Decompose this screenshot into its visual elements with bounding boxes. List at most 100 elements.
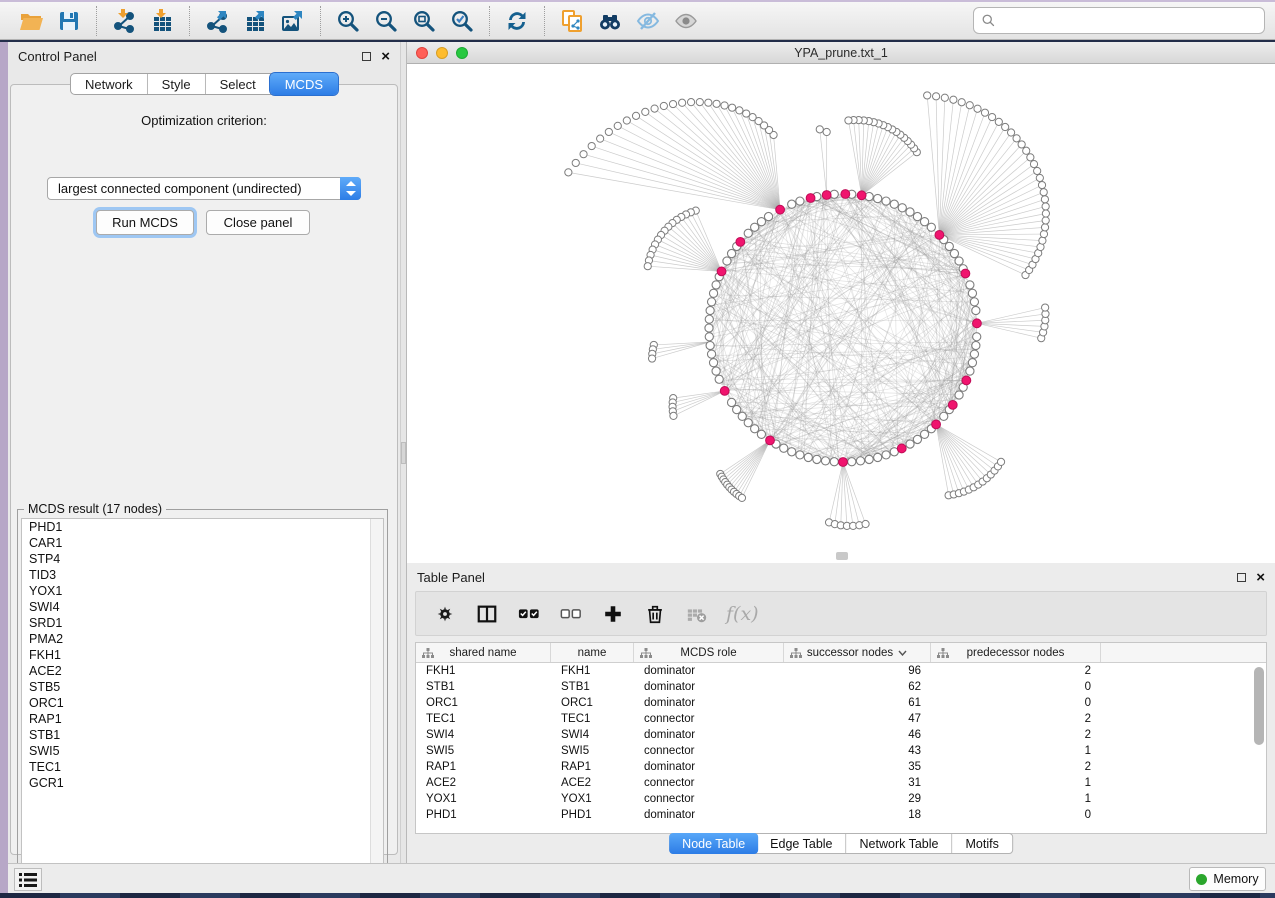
mcds-result-item[interactable]: ACE2 <box>22 663 383 679</box>
zoom-in-button[interactable] <box>333 6 363 36</box>
tab-motifs[interactable]: Motifs <box>952 834 1011 853</box>
select-all-checkboxes-icon[interactable] <box>516 601 542 627</box>
tab-node-table[interactable]: Node Table <box>669 833 758 854</box>
column-header-successor-nodes[interactable]: successor nodes <box>784 643 931 662</box>
show-all-eye-button[interactable] <box>671 6 701 36</box>
split-panel-icon[interactable] <box>474 601 500 627</box>
table-row[interactable]: YOX1YOX1connector291 <box>416 791 1266 807</box>
tab-style[interactable]: Style <box>148 74 206 94</box>
mcds-result-item[interactable]: CAR1 <box>22 535 383 551</box>
tab-network-table[interactable]: Network Table <box>847 834 953 853</box>
mcds-result-item[interactable]: TID3 <box>22 567 383 583</box>
gear-icon[interactable] <box>432 601 458 627</box>
table-row[interactable]: SWI4SWI4dominator462 <box>416 727 1266 743</box>
column-header-name[interactable]: name <box>551 643 634 662</box>
table-row[interactable]: FKH1FKH1dominator962 <box>416 663 1266 679</box>
mcds-node[interactable] <box>973 319 982 328</box>
mcds-result-item[interactable]: TEC1 <box>22 759 383 775</box>
mcds-result-item[interactable]: FKH1 <box>22 647 383 663</box>
mcds-result-item[interactable]: PMA2 <box>22 631 383 647</box>
column-header-MCDS-role[interactable]: MCDS role <box>634 643 784 662</box>
task-history-button[interactable] <box>14 868 42 891</box>
delete-column-icon[interactable] <box>642 601 668 627</box>
tab-mcds[interactable]: MCDS <box>270 73 338 95</box>
mcds-node[interactable] <box>766 436 775 445</box>
search-icon <box>981 13 996 28</box>
export-image-button[interactable] <box>278 6 308 36</box>
mcds-node[interactable] <box>736 237 745 246</box>
mcds-node[interactable] <box>717 267 726 276</box>
mcds-node[interactable] <box>841 190 850 199</box>
splitter-handle[interactable] <box>401 442 406 464</box>
duplicate-network-button[interactable] <box>557 6 587 36</box>
clear-checkboxes-icon[interactable] <box>558 601 584 627</box>
tab-edge-table[interactable]: Edge Table <box>757 834 846 853</box>
mcds-node[interactable] <box>961 269 970 278</box>
zoom-out-button[interactable] <box>371 6 401 36</box>
mcds-node[interactable] <box>839 458 848 467</box>
mcds-result-item[interactable]: ORC1 <box>22 695 383 711</box>
tab-select[interactable]: Select <box>206 74 271 94</box>
float-table-panel-icon[interactable] <box>1237 573 1246 582</box>
import-table-button[interactable] <box>147 6 177 36</box>
hide-selected-eye-button[interactable] <box>633 6 663 36</box>
float-panel-icon[interactable] <box>362 52 371 61</box>
network-window-titlebar[interactable]: YPA_prune.txt_1 <box>407 42 1275 64</box>
close-panel-button[interactable]: Close panel <box>206 210 310 235</box>
import-network-button[interactable] <box>109 6 139 36</box>
memory-button[interactable]: Memory <box>1189 867 1266 891</box>
network-canvas[interactable] <box>407 64 1275 562</box>
mcds-result-item[interactable]: GCR1 <box>22 775 383 791</box>
tab-network[interactable]: Network <box>71 74 148 94</box>
add-column-icon[interactable] <box>600 601 626 627</box>
mcds-node[interactable] <box>948 400 957 409</box>
mcds-list-scrollbar[interactable] <box>370 519 383 876</box>
mcds-result-item[interactable]: SWI4 <box>22 599 383 615</box>
close-table-panel-icon[interactable]: × <box>1256 573 1265 582</box>
column-header-predecessor-nodes[interactable]: predecessor nodes <box>931 643 1101 662</box>
criterion-dropdown[interactable]: largest connected component (undirected) <box>47 177 361 200</box>
close-panel-icon[interactable]: × <box>381 52 390 61</box>
mcds-result-item[interactable]: PHD1 <box>22 519 383 535</box>
mcds-result-item[interactable]: SRD1 <box>22 615 383 631</box>
mcds-result-list[interactable]: PHD1CAR1STP4TID3YOX1SWI4SRD1PMA2FKH1ACE2… <box>21 518 384 877</box>
mcds-result-item[interactable]: YOX1 <box>22 583 383 599</box>
canvas-scrollbar-thumb[interactable] <box>836 552 848 560</box>
mcds-node[interactable] <box>822 191 831 200</box>
table-row[interactable]: SWI5SWI5connector431 <box>416 743 1266 759</box>
mcds-result-item[interactable]: STP4 <box>22 551 383 567</box>
mcds-node[interactable] <box>897 444 906 453</box>
table-row[interactable]: PHD1PHD1dominator180 <box>416 807 1266 823</box>
save-session-button[interactable] <box>54 6 84 36</box>
mcds-result-item[interactable]: RAP1 <box>22 711 383 727</box>
binoculars-search-button[interactable] <box>595 6 625 36</box>
vertical-splitter[interactable] <box>400 42 407 863</box>
table-row[interactable]: ORC1ORC1dominator610 <box>416 695 1266 711</box>
table-row[interactable]: ACE2ACE2connector311 <box>416 775 1266 791</box>
mcds-result-item[interactable]: SWI5 <box>22 743 383 759</box>
mcds-node[interactable] <box>932 420 941 429</box>
export-network-button[interactable] <box>202 6 232 36</box>
run-mcds-button[interactable]: Run MCDS <box>96 210 194 235</box>
mcds-node[interactable] <box>776 205 785 214</box>
table-row[interactable]: STB1STB1dominator620 <box>416 679 1266 695</box>
mcds-node[interactable] <box>935 231 944 240</box>
refresh-view-button[interactable] <box>502 6 532 36</box>
mcds-result-item[interactable]: STB1 <box>22 727 383 743</box>
table-row[interactable]: RAP1RAP1dominator352 <box>416 759 1266 775</box>
cell-shared_name: RAP1 <box>416 759 551 775</box>
table-scrollbar[interactable] <box>1252 664 1265 833</box>
zoom-selected-button[interactable] <box>447 6 477 36</box>
mcds-node[interactable] <box>806 194 815 203</box>
mcds-node[interactable] <box>720 387 729 396</box>
column-header-shared-name[interactable]: shared name <box>416 643 551 662</box>
mcds-result-item[interactable]: STB5 <box>22 679 383 695</box>
table-scrollbar-thumb[interactable] <box>1254 667 1264 745</box>
mcds-node[interactable] <box>962 376 971 385</box>
table-row[interactable]: TEC1TEC1connector472 <box>416 711 1266 727</box>
zoom-fit-button[interactable] <box>409 6 439 36</box>
search-input[interactable] <box>973 7 1265 34</box>
export-table-button[interactable] <box>240 6 270 36</box>
mcds-node[interactable] <box>857 191 866 200</box>
open-file-button[interactable] <box>16 6 46 36</box>
